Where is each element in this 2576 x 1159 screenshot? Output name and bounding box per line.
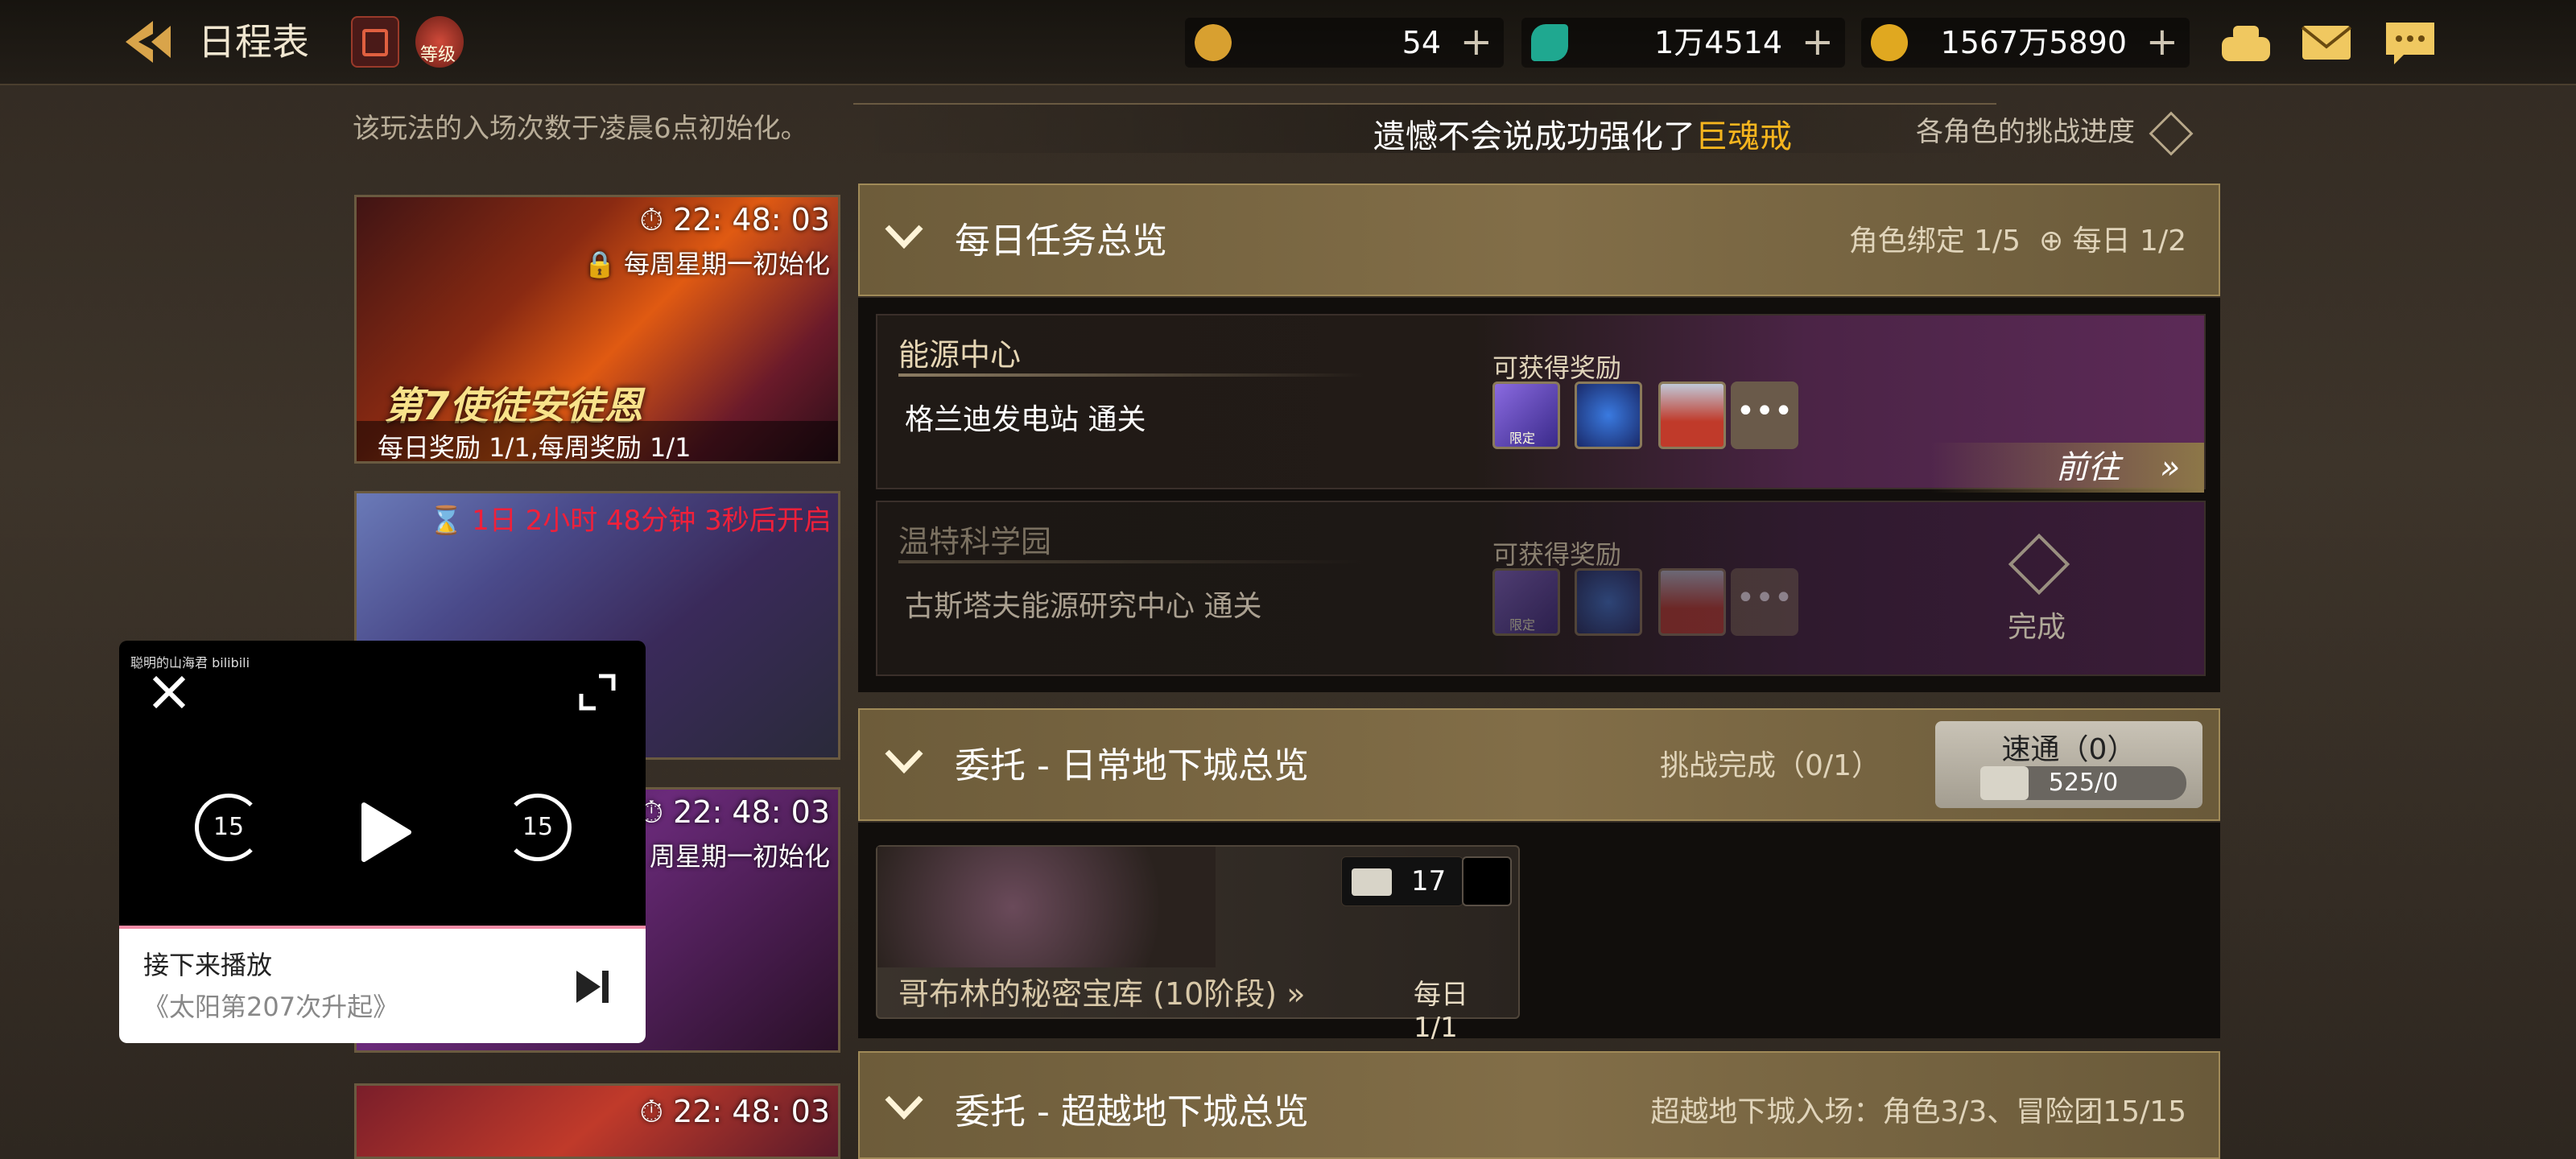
play-icon[interactable] xyxy=(353,798,417,866)
fullscreen-icon[interactable] xyxy=(575,670,620,715)
reward-item-crystal xyxy=(1658,568,1726,636)
add-gold-button[interactable]: + xyxy=(2146,18,2178,66)
broadcast-text: 遗憾不会说成功强化了巨魂戒 xyxy=(1373,118,1792,155)
video-brand: 聪明的山海君 bilibili xyxy=(130,655,250,670)
raid-timer: ⏱ 22: 48: 03 xyxy=(639,794,830,830)
ticket-icon xyxy=(1980,766,2029,800)
entry-reset-notice: 该玩法的入场次数于凌晨6点初始化。 xyxy=(353,113,808,145)
zoom-icon[interactable]: ⊕ xyxy=(2039,225,2063,258)
double-chevron-icon: » xyxy=(1286,976,1306,1012)
calendar-icon[interactable] xyxy=(351,16,399,68)
currency-moon: 54 + xyxy=(1185,18,1504,68)
chevron-down-icon xyxy=(885,1095,923,1120)
moon-coin-icon xyxy=(1195,24,1232,61)
reward-item-limited[interactable]: 限定 xyxy=(1492,382,1560,449)
character-progress-link[interactable]: 各角色的挑战进度 xyxy=(1916,109,2194,155)
ticket-icon xyxy=(1352,868,1392,896)
rewind-15-button[interactable]: 15 xyxy=(195,794,262,861)
speed-clear-button[interactable]: 速通（0） 525/0 xyxy=(1935,721,2202,808)
daily-task-header[interactable]: 每日任务总览 角色绑定 1/5 ⊕ 每日 1/2 xyxy=(858,184,2220,296)
reward-item-orb xyxy=(1575,568,1642,636)
more-rewards-button: ••• xyxy=(1731,568,1798,636)
chevron-down-icon xyxy=(885,749,923,774)
currency-gold: 1567万5890 + xyxy=(1861,18,2190,68)
section-title: 每日任务总览 xyxy=(955,221,1167,262)
chat-icon[interactable] xyxy=(2380,18,2441,68)
raid-rewards: 每日奖励 1/1,每周奖励 1/1 xyxy=(378,432,691,463)
level-icon[interactable]: 等级 xyxy=(415,16,464,68)
commission-beyond-header[interactable]: 委托 - 超越地下城总览 超越地下城入场：角色3/3、冒险团15/15 xyxy=(858,1051,2220,1159)
ticket-checkbox[interactable] xyxy=(1462,856,1512,906)
floating-video-player[interactable]: 聪明的山海君 bilibili 15 15 接下来播放 《太阳第207次升起》 xyxy=(119,641,646,1043)
challenge-status: 挑战完成（0/1） xyxy=(1660,749,1880,782)
section-title: 委托 - 超越地下城总览 xyxy=(955,1091,1309,1132)
dungeon-daily-count: 每日 1/1 xyxy=(1414,979,1468,1044)
quest-winter-academy: 温特科学园 古斯塔夫能源研究中心 通关 可获得奖励 限定 ••• 完成 xyxy=(876,501,2206,676)
raid-card-anton[interactable]: ⏱ 22: 48: 03 🔒 每周星期一初始化 第7使徒安徒恩 每日奖励 1/1… xyxy=(354,195,840,464)
daily-task-panel: 能源中心 格兰迪发电站 通关 可获得奖励 限定 ••• 前往» 温特科学园 古斯… xyxy=(858,298,2220,692)
mail-icon[interactable] xyxy=(2296,18,2357,68)
quest-energy-center: 能源中心 格兰迪发电站 通关 可获得奖励 限定 ••• 前往» xyxy=(876,314,2206,493)
check-diamond-icon xyxy=(2008,533,2070,596)
diamond-person-icon xyxy=(2149,111,2194,155)
double-chevron-icon: » xyxy=(2160,449,2180,486)
weekly-reset: 周星期一初始化 xyxy=(649,841,830,872)
back-arrow-icon[interactable] xyxy=(121,18,177,66)
chevron-down-icon xyxy=(885,225,923,250)
goto-button[interactable]: 前往» xyxy=(1930,443,2204,493)
raid-countdown: ⌛ 1日 2小时 48分钟 3秒后开启 xyxy=(429,505,832,537)
reward-item-crystal[interactable] xyxy=(1658,382,1726,449)
currency-gem: 1万4514 + xyxy=(1521,18,1845,68)
raid-timer: ⏱ 22: 48: 03 xyxy=(639,202,830,237)
skip-next-icon[interactable] xyxy=(570,964,615,1009)
storage-icon[interactable] xyxy=(2215,18,2277,68)
raid-timer: ⏱ 22: 48: 03 xyxy=(639,1094,830,1129)
dungeon-art xyxy=(877,847,1216,967)
beyond-entry-status: 超越地下城入场：角色3/3、冒险团15/15 xyxy=(1650,1095,2186,1128)
up-next-panel: 接下来播放 《太阳第207次升起》 xyxy=(119,929,646,1043)
reward-item-orb[interactable] xyxy=(1575,382,1642,449)
completed-label: 完成 xyxy=(2008,611,2066,644)
more-rewards-button[interactable]: ••• xyxy=(1731,382,1798,449)
section-title: 委托 - 日常地下城总览 xyxy=(955,745,1309,786)
top-bar: 日程表 等级 54 + 1万4514 + 1567万5890 + xyxy=(0,0,2576,85)
close-icon[interactable] xyxy=(147,670,192,715)
weekly-reset: 🔒 每周星期一初始化 xyxy=(583,249,830,279)
raid-card-4[interactable]: ⏱ 22: 48: 03 xyxy=(354,1083,840,1159)
reward-item-limited: 限定 xyxy=(1492,568,1560,636)
add-moon-button[interactable]: + xyxy=(1460,18,1492,66)
forward-15-button[interactable]: 15 xyxy=(504,794,572,861)
page-title: 日程表 xyxy=(198,20,309,64)
dungeon-name: 哥布林的秘密宝库 (10阶段) » xyxy=(898,976,1306,1012)
daily-stats: 角色绑定 1/5 ⊕ 每日 1/2 xyxy=(1848,225,2186,258)
add-gem-button[interactable]: + xyxy=(1802,18,1834,66)
gold-coin-icon xyxy=(1871,24,1908,61)
ticket-counter: 17 xyxy=(1341,856,1463,906)
dungeon-goblin-vault[interactable]: 17 哥布林的秘密宝库 (10阶段) » 每日 1/1 xyxy=(876,845,1520,1044)
green-gem-icon xyxy=(1531,24,1568,61)
